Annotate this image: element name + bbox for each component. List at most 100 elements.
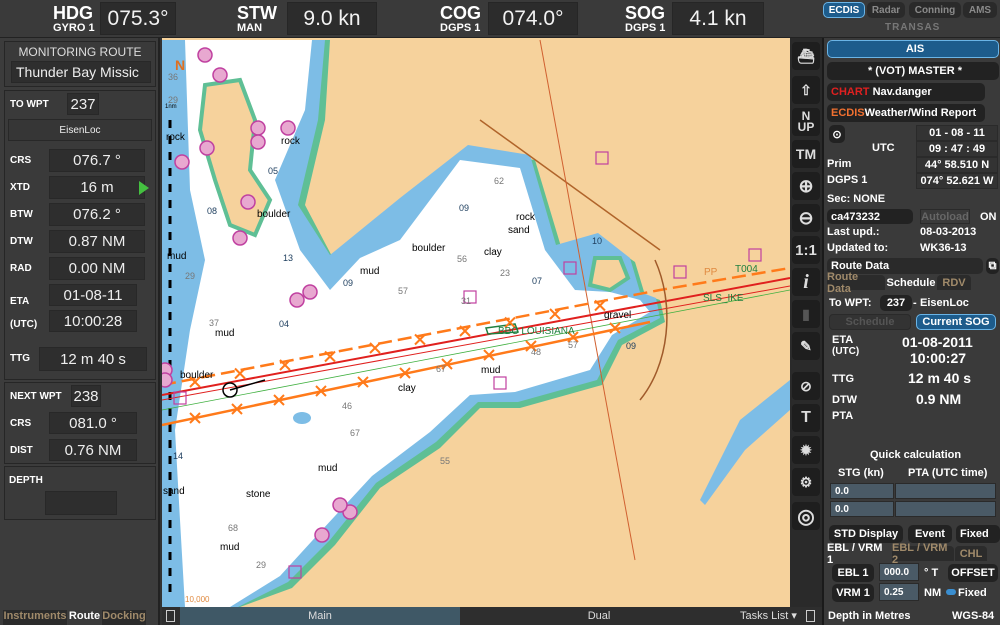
isolated-danger-icon[interactable] [289,292,305,308]
to-wpt-number: 237 [67,93,99,115]
mode-radar-button[interactable]: Radar [867,2,905,18]
ecdis-alarm-dropdown[interactable]: ECDIS Weather/Wind Report [827,104,985,122]
depth-sounding: 29 [256,560,266,570]
sog-source: DGPS 1 [625,22,666,34]
utc-time: 09 : 47 : 49 [916,141,998,157]
autoload-button[interactable]: Autoload [920,209,970,224]
schedule-button[interactable]: Schedule [829,314,911,330]
lifebuoy-icon[interactable]: ◎ [792,502,820,530]
latitude: 44° 58.510 N [916,157,998,173]
chart-label: mud [167,251,186,262]
route-name-field[interactable]: Thunder Bay Missic [11,61,151,83]
chart-label: mud [215,328,234,339]
longitude: 074° 52.621 W [916,173,998,189]
tab-docking[interactable]: Docking [102,610,146,625]
north-up-button[interactable]: N UP [792,108,820,136]
mode-ecdis-button[interactable]: ECDIS [823,2,865,18]
target-track-icon[interactable]: ⊘ [792,372,820,400]
tab-ebl-vrm-1[interactable]: EBL / VRM 1 [827,542,891,566]
stg-input-2[interactable]: 0.0 [830,501,894,517]
settings-icon[interactable]: ⚙ [792,468,820,496]
chart-label: mud [481,365,500,376]
ship-up-icon[interactable]: ⇧ [792,76,820,104]
subtab-route-data[interactable]: Route Data [827,271,885,295]
text-tool-button[interactable]: T [792,404,820,432]
north-arrow-label: N [175,57,185,73]
fixed-dropdown[interactable]: Fixed [956,525,1000,543]
utc-label: UTC [872,142,895,154]
zoom-in-icon[interactable]: ⊕ [792,172,820,200]
vrm-value-input[interactable]: 0.25 [879,583,919,601]
isolated-danger-icon[interactable] [280,120,296,136]
event-button[interactable]: Event [908,525,952,543]
chart-cell-dropdown[interactable]: ca473232 [827,209,913,224]
ecdis-alarm-prefix: ECDIS [831,107,865,119]
isolated-danger-icon[interactable] [199,140,215,156]
vrm-1-button[interactable]: VRM 1 [832,584,874,602]
chart-canvas[interactable]: rock rock boulder mud mud boulder clay rock sand… [162,38,790,607]
mode-conning-button[interactable]: Conning [909,2,961,18]
depth-sounding: 04 [279,319,289,329]
tab-instruments[interactable]: Instruments [3,610,67,625]
chart-label: mud [318,463,337,474]
info-button[interactable]: i [792,268,820,296]
pta-input-1[interactable] [895,483,996,499]
next-waypoint-section: NEXT WPT 238 CRS 081.0 ° DIST 0.76 NM [4,382,156,464]
ebl-value-input[interactable]: 000.0 [879,563,919,581]
subtab-schedule[interactable]: Schedule [886,275,936,290]
tab-ebl-vrm-2[interactable]: EBL / VRM 2 [892,542,954,566]
isolated-danger-icon[interactable] [232,230,248,246]
left-route-panel: MONITORING ROUTE Thunder Bay Missic TO W… [0,38,160,625]
current-sog-button[interactable]: Current SOG [916,314,996,330]
master-dropdown[interactable]: * (VOT) MASTER * [827,62,999,80]
isolated-danger-icon[interactable] [212,67,228,83]
main-view-tab[interactable]: Main [180,607,460,625]
undock-window-icon[interactable]: ⧉ [986,258,999,274]
isolated-danger-icon[interactable] [314,527,330,543]
tasks-list-dropdown[interactable]: Tasks List ▾ [740,609,800,623]
dual-view-tab[interactable]: Dual [460,607,738,625]
ship-centre-icon[interactable]: ⛴ [792,42,820,70]
mode-ams-button[interactable]: AMS [963,2,997,18]
brightness-icon[interactable]: ✹ [792,436,820,464]
chart-alarm-dropdown[interactable]: CHART Nav.danger [827,83,985,101]
isolated-danger-icon[interactable] [162,372,173,388]
ebl-1-button[interactable]: EBL 1 [832,564,874,582]
tab-route[interactable]: Route [68,610,101,625]
depth-sounding: 67 [436,364,446,374]
clock-icon[interactable]: ⊙ [829,125,845,143]
stw-value: 9.0 kn [287,2,377,35]
true-motion-button[interactable]: TM [792,140,820,168]
chart-label: boulder [412,243,446,254]
isolated-danger-icon[interactable] [240,194,256,210]
sog-value: 4.1 kn [672,2,764,35]
offset-button[interactable]: OFFSET [948,564,998,582]
isolated-danger-icon[interactable] [250,134,266,150]
isolated-danger-icon[interactable] [197,47,213,63]
tab-chl[interactable]: CHL [955,546,987,561]
depth-sounding: 08 [207,206,217,216]
scale-bar-label: 1nm [165,104,177,110]
isolated-danger-icon[interactable] [302,284,318,300]
eta-date: 01-08-2011 [902,334,973,350]
to-wpt-selector[interactable]: 237 [880,295,912,311]
stg-input-1[interactable]: 0.0 [830,483,894,499]
ais-dropdown[interactable]: AIS [827,40,999,58]
isolated-danger-icon[interactable] [250,120,266,136]
to-waypoint-section: TO WPT 237 EisenLoc CRS 076.7 ° XTD 16 m B… [4,90,156,380]
chart-layers-icon[interactable]: ▮ [792,300,820,328]
electronic-chart[interactable]: rock rock boulder mud mud boulder clay rock sand… [162,38,790,607]
zoom-out-icon[interactable]: ⊖ [792,204,820,232]
panel-toggle-left-icon[interactable] [166,610,175,622]
fixed-checkbox[interactable] [946,589,956,595]
top-indicator-bar: HDG GYRO 1 075.3° STW MAN 9.0 kn COG DGPS 1… [0,0,1000,38]
route-edit-icon[interactable]: ✎ [792,332,820,360]
pta-input-2[interactable] [895,501,996,517]
isolated-danger-icon[interactable] [174,154,190,170]
scale-one-to-one-button[interactable]: 1:1 [792,236,820,264]
subtab-rdv[interactable]: RDV [937,275,971,290]
std-display-button[interactable]: STD Display [829,525,903,543]
panel-toggle-right-icon[interactable] [806,610,815,622]
to-wpt-label: To WPT: [829,297,872,309]
isolated-danger-icon[interactable] [332,497,348,513]
